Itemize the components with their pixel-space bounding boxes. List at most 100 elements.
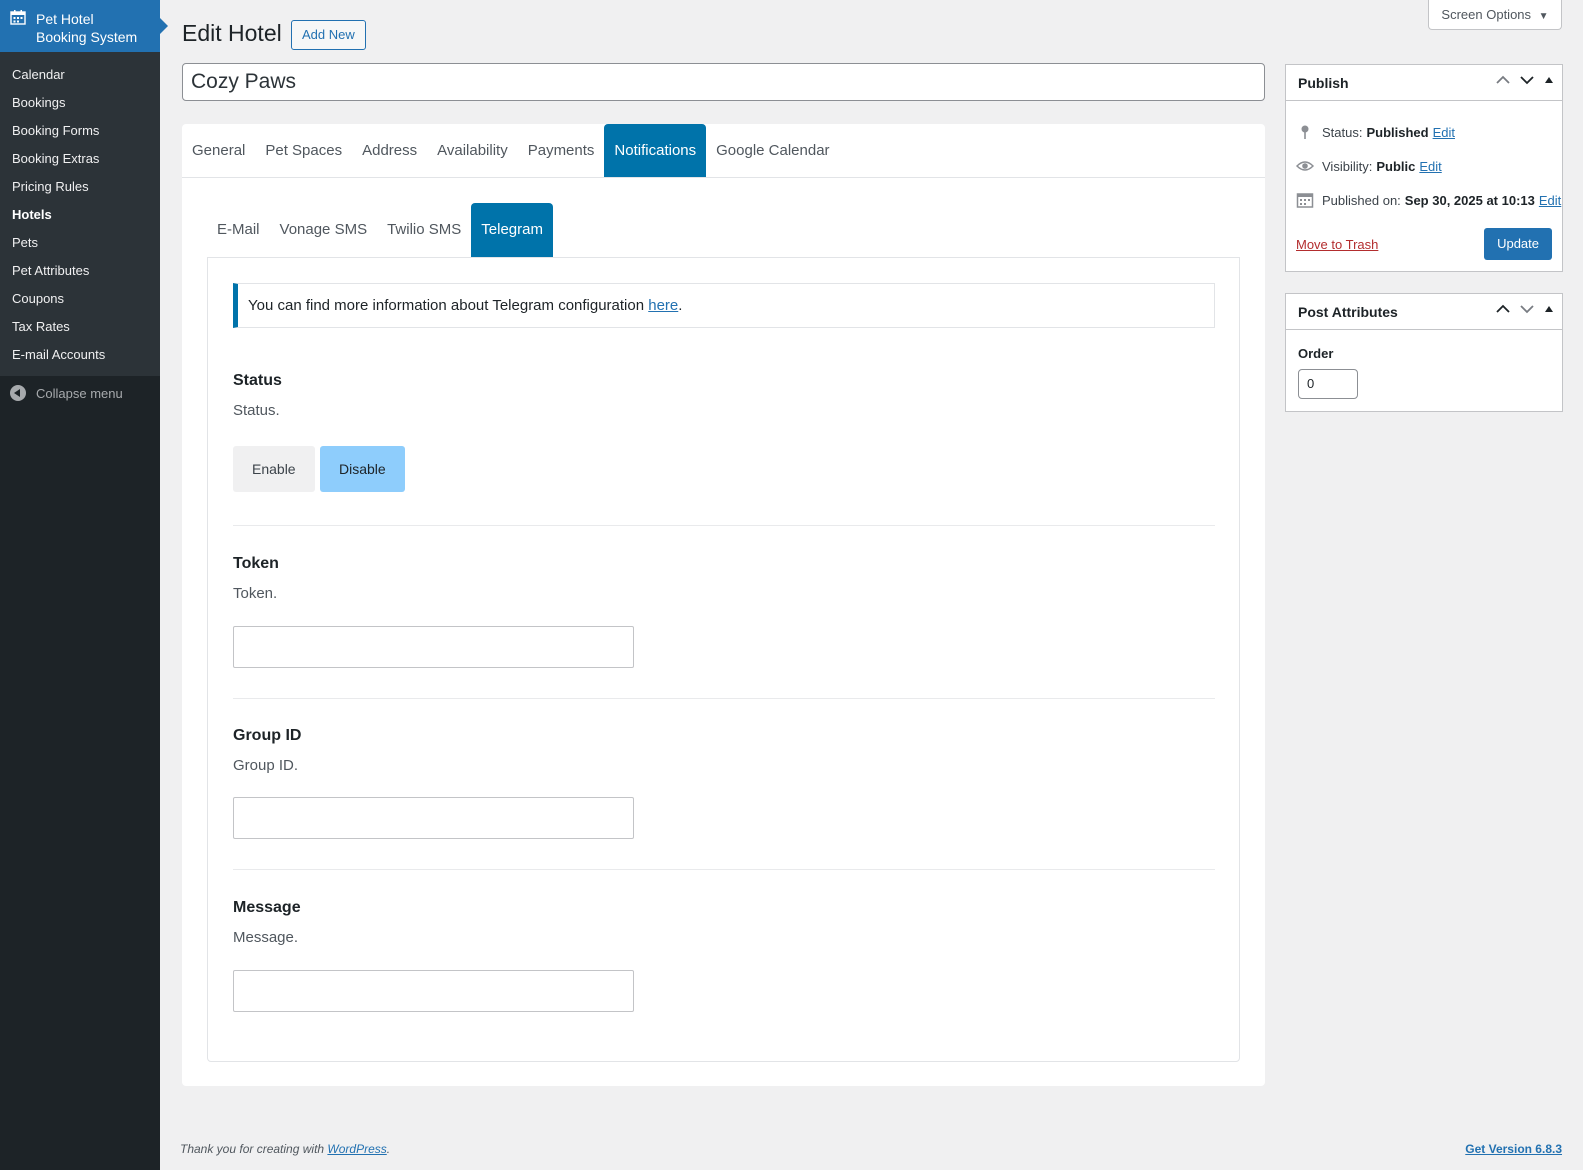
post-title-input[interactable]: Cozy Paws [182, 63, 1265, 101]
enable-button[interactable]: Enable [233, 446, 315, 492]
token-input[interactable] [233, 626, 634, 668]
message-field: Message Message. [233, 899, 1215, 946]
group-id-field: Group ID Group ID. [233, 727, 1215, 774]
message-desc: Message. [233, 929, 299, 946]
collapse-arrow-icon [10, 385, 26, 401]
message-input[interactable] [233, 970, 634, 1012]
status-edit-link[interactable]: Edit [1433, 125, 1455, 140]
status-row: Status: Published Edit [1296, 123, 1455, 141]
token-label: Token [233, 555, 279, 572]
token-desc: Token. [233, 585, 278, 602]
visibility-row-value: Public [1376, 158, 1416, 174]
move-up-icon[interactable] [1496, 304, 1510, 314]
subtab-twilio-sms[interactable]: Twilio SMS [377, 203, 471, 257]
publish-box: Publish Status: Published Edit Visibility:… [1285, 64, 1563, 272]
pin-icon [1301, 125, 1309, 139]
visibility-row-label: Visibility: [1322, 158, 1373, 174]
post-attributes-header: Post Attributes [1286, 294, 1562, 330]
tab-general[interactable]: General [182, 124, 255, 177]
message-label: Message [233, 899, 301, 916]
published-row-label: Published on: [1322, 192, 1401, 208]
sidebar-item-coupons[interactable]: Coupons [0, 285, 160, 313]
notice-link[interactable]: here [648, 297, 678, 314]
move-up-icon[interactable] [1496, 75, 1510, 85]
sidebar-item-hotels[interactable]: Hotels [0, 201, 160, 229]
token-field: Token Token. [233, 555, 1215, 602]
subtab-telegram[interactable]: Telegram [471, 203, 553, 257]
tab-availability[interactable]: Availability [427, 124, 518, 177]
main-tabs: General Pet Spaces Address Availability … [182, 124, 1265, 178]
wordpress-link[interactable]: WordPress [327, 1142, 386, 1156]
notification-subtabs: E-Mail Vonage SMS Twilio SMS Telegram [207, 203, 553, 257]
admin-sidebar: Pet Hotel Booking System Calendar Bookin… [0, 0, 168, 1170]
calendar-icon [10, 10, 26, 25]
notice-text: You can find more information about Tele… [248, 297, 649, 314]
published-edit-link[interactable]: Edit [1539, 193, 1561, 208]
info-notice: You can find more information about Tele… [233, 283, 1215, 328]
disable-button[interactable]: Disable [320, 446, 405, 492]
divider [233, 698, 1215, 699]
order-label: Order [1298, 346, 1334, 361]
add-new-button[interactable]: Add New [291, 20, 366, 50]
telegram-panel: You can find more information about Tele… [207, 257, 1240, 1062]
submenu: Calendar Bookings Booking Forms Booking … [0, 52, 160, 376]
update-button[interactable]: Update [1484, 228, 1552, 260]
eye-icon [1296, 161, 1314, 171]
sidebar-item-booking-forms[interactable]: Booking Forms [0, 117, 160, 145]
calendar-icon [1296, 193, 1314, 208]
sidebar-item-calendar[interactable]: Calendar [0, 61, 160, 89]
subtab-email[interactable]: E-Mail [207, 203, 270, 257]
footer-period: . [386, 1142, 391, 1156]
publish-title: Publish [1298, 74, 1349, 91]
status-desc: Status. [233, 402, 280, 419]
brand-line2: Booking System [36, 29, 138, 45]
group-id-label: Group ID [233, 727, 302, 744]
tab-address[interactable]: Address [352, 124, 427, 177]
visibility-edit-link[interactable]: Edit [1419, 159, 1441, 174]
brand-line1: Pet Hotel [36, 11, 94, 27]
publish-header: Publish [1286, 65, 1562, 101]
sidebar-item-pets[interactable]: Pets [0, 229, 160, 257]
sidebar-item-pricing-rules[interactable]: Pricing Rules [0, 173, 160, 201]
tab-payments[interactable]: Payments [518, 124, 605, 177]
screen-options-label: Screen Options [1441, 7, 1532, 22]
status-row-label: Status: [1322, 124, 1363, 140]
sidebar-item-bookings[interactable]: Bookings [0, 89, 160, 117]
sidebar-item-tax-rates[interactable]: Tax Rates [0, 313, 160, 341]
group-id-input[interactable] [233, 797, 634, 839]
screen-options-button[interactable]: Screen Options ▼ [1428, 0, 1562, 30]
tab-google-calendar[interactable]: Google Calendar [706, 124, 839, 177]
status-field: Status Status. [233, 372, 1215, 419]
move-down-icon[interactable] [1520, 304, 1534, 314]
divider [233, 869, 1215, 870]
footer-thanks: Thank you for creating with [180, 1142, 328, 1156]
hotel-settings-box: General Pet Spaces Address Availability … [182, 124, 1265, 1086]
group-id-desc: Group ID. [233, 757, 299, 774]
sidebar-item-email-accounts[interactable]: E-mail Accounts [0, 341, 160, 369]
collapse-menu-button[interactable]: Collapse menu [0, 376, 160, 410]
collapse-menu-label: Collapse menu [36, 385, 123, 401]
tab-notifications[interactable]: Notifications [604, 124, 707, 177]
toggle-panel-icon[interactable] [1544, 76, 1554, 84]
caret-down-icon: ▼ [1538, 11, 1549, 22]
move-down-icon[interactable] [1520, 75, 1534, 85]
published-on-row: Published on: Sep 30, 2025 at 10:13 Edit [1296, 191, 1561, 209]
post-attributes-box: Post Attributes Order 0 [1285, 293, 1563, 412]
toggle-panel-icon[interactable] [1544, 305, 1554, 313]
status-label: Status [233, 372, 282, 389]
tab-pet-spaces[interactable]: Pet Spaces [255, 124, 352, 177]
post-attributes-title: Post Attributes [1298, 303, 1398, 320]
notice-suffix: . [678, 297, 683, 314]
sidebar-item-pet-attributes[interactable]: Pet Attributes [0, 257, 160, 285]
page-title: Edit Hotel [182, 20, 282, 46]
divider [233, 525, 1215, 526]
get-version-link[interactable]: Get Version 6.8.3 [1465, 1142, 1562, 1156]
sidebar-brand[interactable]: Pet Hotel Booking System [0, 0, 168, 52]
subtab-vonage-sms[interactable]: Vonage SMS [270, 203, 378, 257]
visibility-row: Visibility: Public Edit [1296, 157, 1442, 175]
published-row-value: Sep 30, 2025 at 10:13 [1404, 192, 1535, 208]
sidebar-item-booking-extras[interactable]: Booking Extras [0, 145, 160, 173]
move-to-trash-link[interactable]: Move to Trash [1296, 237, 1378, 252]
order-input[interactable]: 0 [1298, 369, 1358, 399]
footer-credit: Thank you for creating with WordPress. [180, 1142, 390, 1156]
